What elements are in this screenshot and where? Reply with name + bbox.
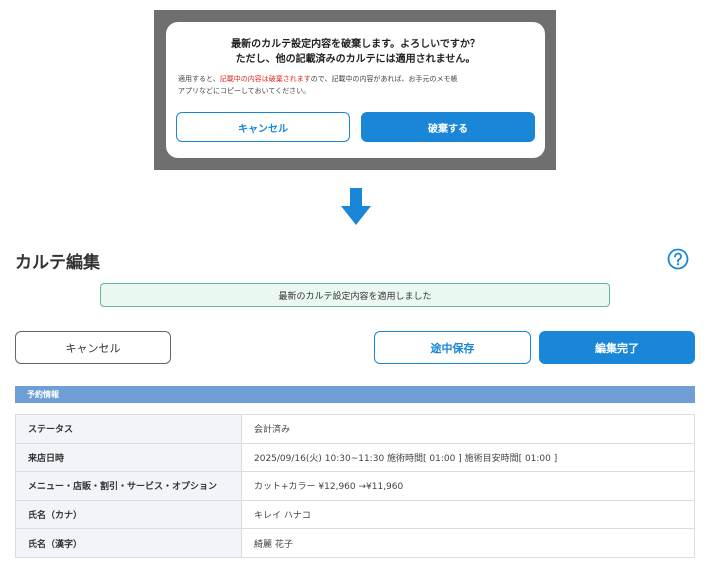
row-label-status: ステータス (15, 414, 242, 444)
row-value-name-kanji: 綺麗 花子 (241, 528, 695, 558)
dialog-discard-button[interactable]: 破棄する (361, 112, 535, 142)
arrow-down-icon (341, 188, 371, 225)
dialog-cancel-button[interactable]: キャンセル (176, 112, 350, 142)
table-row: メニュー・店販・割引・サービス・オプション カット+カラー ¥12,960 →¥… (15, 471, 695, 501)
row-value-visit-datetime: 2025/09/16(火) 10:30~11:30 施術時間[ 01:00 ] … (241, 442, 695, 473)
dialog-note-suffix: ので、記載中の内容があれば、お手元のメモ帳 (310, 75, 458, 83)
table-row: 氏名（カナ） キレイ ハナコ (15, 499, 695, 530)
page-title: カルテ編集 (15, 253, 100, 273)
notice-banner: 最新のカルテ設定内容を適用しました (100, 283, 610, 307)
row-label-name-kanji: 氏名（漢字） (15, 528, 242, 558)
save-draft-button[interactable]: 途中保存 (374, 331, 531, 364)
row-label-visit-datetime: 来店日時 (15, 442, 242, 473)
complete-edit-button[interactable]: 編集完了 (539, 331, 695, 364)
dialog-note-prefix: 適用すると、 (178, 75, 220, 83)
confirm-dialog: 最新のカルテ設定内容を破棄します。よろしいですか？ ただし、他の記載済みのカルテ… (166, 22, 545, 158)
dialog-title-line1: 最新のカルテ設定内容を破棄します。よろしいですか？ (231, 39, 480, 50)
row-label-menu: メニュー・店販・割引・サービス・オプション (15, 471, 242, 501)
dialog-title-line2: ただし、他の記載済みのカルテには適用されません。 (235, 54, 476, 65)
confirm-dialog-overlay: 最新のカルテ設定内容を破棄します。よろしいですか？ ただし、他の記載済みのカルテ… (154, 10, 556, 170)
dialog-note: 適用すると、記載中の内容は破棄されますので、記載中の内容があれば、お手元のメモ帳… (178, 73, 534, 97)
dialog-note-warning: 記載中の内容は破棄されます (219, 75, 311, 83)
table-row: ステータス 会計済み (15, 414, 695, 444)
table-row: 来店日時 2025/09/16(火) 10:30~11:30 施術時間[ 01:… (15, 442, 695, 473)
table-row: 氏名（漢字） 綺麗 花子 (15, 528, 695, 558)
row-value-menu: カット+カラー ¥12,960 →¥11,960 (241, 471, 695, 501)
row-value-status: 会計済み (241, 414, 695, 444)
section-header-reservation: 予約情報 (15, 386, 695, 403)
row-value-name-kana: キレイ ハナコ (241, 499, 695, 530)
dialog-note-line2: アプリなどにコピーしておいてください。 (178, 87, 311, 95)
question-circle-icon[interactable] (667, 248, 689, 270)
reservation-info-table: ステータス 会計済み 来店日時 2025/09/16(火) 10:30~11:3… (15, 414, 695, 558)
cancel-button[interactable]: キャンセル (15, 331, 171, 364)
row-label-name-kana: 氏名（カナ） (15, 499, 242, 530)
